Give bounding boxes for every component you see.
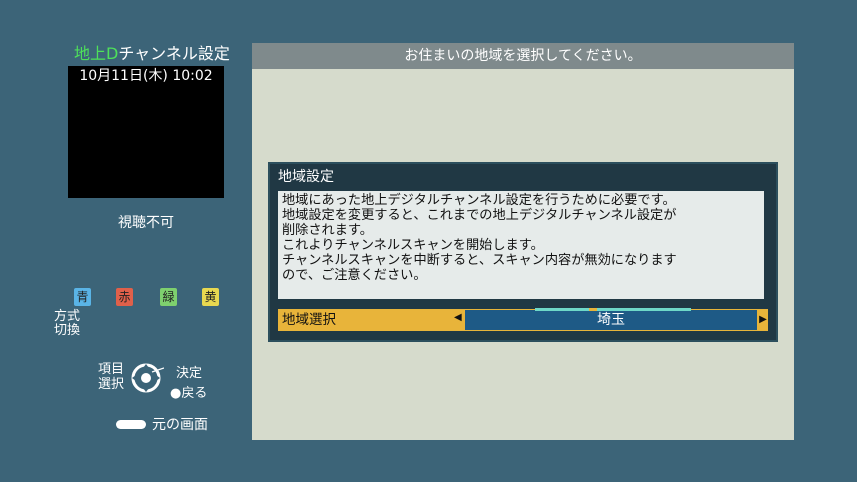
screen-title: 地上Dチャンネル設定 [74,40,230,64]
back-hint: ●戻る [170,386,208,401]
screen-title-rest: チャンネル設定 [118,44,230,63]
item-select-hint: 項目 選択 [88,362,124,392]
datetime: 10月11日(木) 10:02 [68,66,224,86]
region-value-text: 埼玉 [597,312,625,328]
main-panel: お住まいの地域を選択してください。 地域設定 地域にあった地上デジタルチャンネル… [252,43,794,440]
remote-dpad-icon [131,363,164,393]
dialog-line: ので、ご注意ください。 [282,268,427,283]
selector-indicator-mark [589,308,597,311]
green-button[interactable]: 緑 [160,288,177,306]
yellow-button[interactable]: 黄 [202,288,219,306]
screen-title-green: 地上D [74,44,119,63]
video-preview [68,86,224,198]
previous-screen-hint: 元の画面 [152,417,208,433]
return-button-icon [116,420,146,429]
region-settings-dialog: 地域設定 地域にあった地上デジタルチャンネル設定を行うために必要です。 地域設定… [268,162,778,342]
arrow-left-icon[interactable]: ◀ [454,312,462,323]
dialog-title: 地域設定 [278,169,334,185]
region-select-row[interactable]: 地域選択 ◀ 埼玉 ▶ [278,308,768,331]
red-button[interactable]: 赤 [116,288,133,306]
method-switch-line2: 切換 [54,323,81,338]
no-video-label: 視聴不可 [118,215,174,231]
region-select-label: 地域選択 [278,309,464,331]
arrow-right-icon[interactable]: ▶ [758,309,768,331]
blue-button[interactable]: 青 [74,288,91,306]
item-select-line2: 選択 [97,377,124,392]
dialog-body: 地域にあった地上デジタルチャンネル設定を行うために必要です。 地域設定を変更する… [278,191,764,299]
dialog-line: 地域設定を変更すると、これまでの地上デジタルチャンネル設定が [282,208,677,223]
dialog-line: これよりチャンネルスキャンを開始します。 [282,238,544,253]
method-switch-hint: 方式 切換 [54,310,94,338]
dialog-line: 削除されます。 [282,223,373,238]
decide-hint: 決定 [176,366,203,381]
method-switch-line1: 方式 [54,309,81,324]
dialog-line: チャンネルスキャンを中断すると、スキャン内容が無効になります [282,253,677,268]
main-header: お住まいの地域を選択してください。 [252,43,794,69]
dialog-line: 地域にあった地上デジタルチャンネル設定を行うために必要です。 [282,193,676,208]
item-select-line1: 項目 [97,362,124,377]
region-select-value[interactable]: 埼玉 [464,308,758,331]
selector-indicator-bar [535,308,691,311]
